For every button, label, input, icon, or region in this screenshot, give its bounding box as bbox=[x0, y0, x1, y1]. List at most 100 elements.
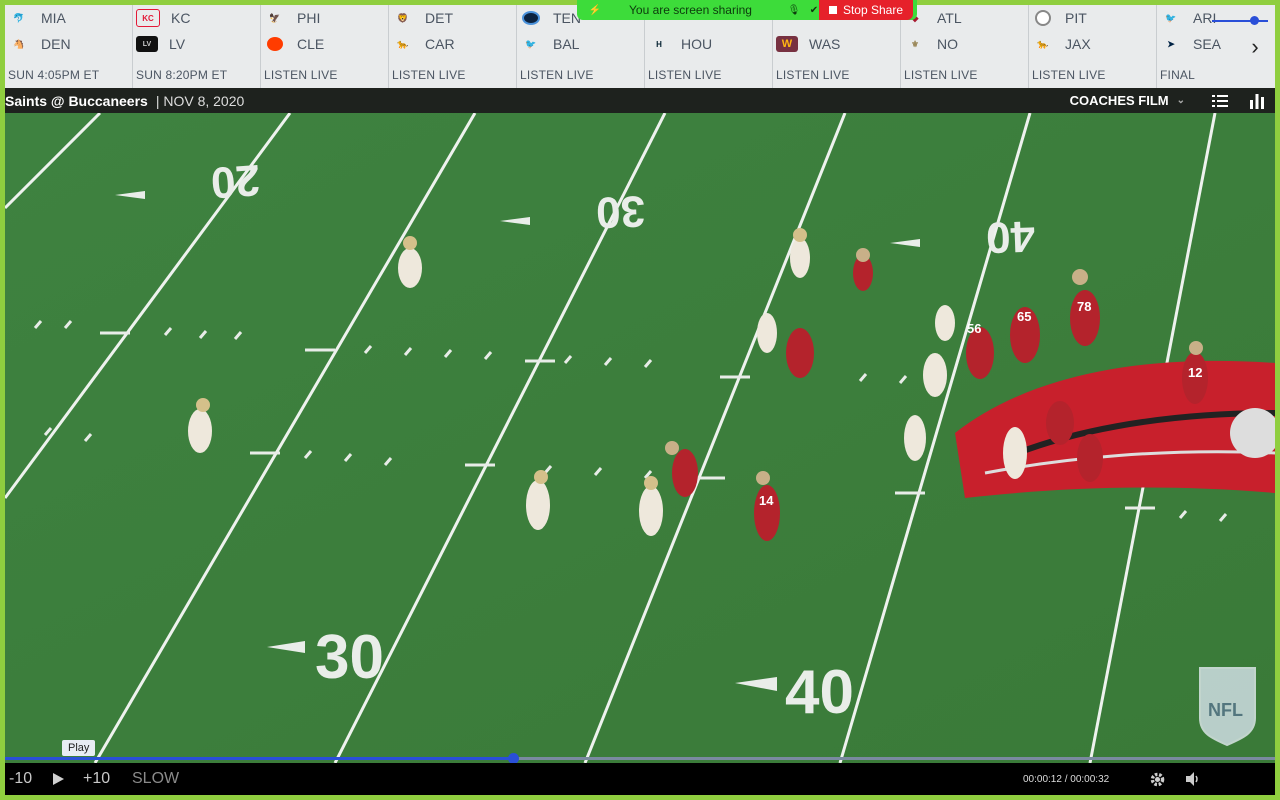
team-abbr: ATL bbox=[937, 10, 962, 26]
volume-button[interactable] bbox=[1185, 763, 1201, 795]
game-status: LISTEN LIVE bbox=[264, 68, 338, 82]
gear-icon bbox=[1150, 772, 1165, 786]
speaker-icon bbox=[1186, 772, 1198, 786]
team-abbr: MIA bbox=[41, 10, 66, 26]
game-card[interactable]: 🐬 MIA 🐴 DEN SUN 4:05PM ET bbox=[5, 5, 133, 88]
team-abbr: JAX bbox=[1065, 36, 1091, 52]
game-date: | NOV 8, 2020 bbox=[155, 92, 245, 109]
game-status: LISTEN LIVE bbox=[904, 68, 978, 82]
game-card[interactable]: ◆ATL ⚜ NO LISTEN LIVE bbox=[901, 5, 1029, 88]
game-card[interactable]: PIT 🐆 JAX LISTEN LIVE bbox=[1029, 5, 1157, 88]
team-row: CLE bbox=[264, 31, 388, 57]
stop-share-button[interactable]: Stop Share bbox=[818, 0, 913, 20]
yard-number: 30 bbox=[315, 623, 384, 692]
time-display: 00:00:12 / 00:00:32 bbox=[1023, 773, 1110, 785]
film-type-label: COACHES FILM bbox=[1069, 93, 1169, 108]
chevron-down-icon: ⌄ bbox=[1176, 95, 1185, 106]
team-row: ◆ATL bbox=[904, 5, 1028, 31]
team-abbr: KC bbox=[171, 10, 191, 26]
team-abbr: SEA bbox=[1193, 36, 1222, 52]
team-abbr: WAS bbox=[809, 36, 841, 52]
game-card[interactable]: 🦅 PHI CLE LISTEN LIVE bbox=[261, 5, 389, 88]
jersey-number: 12 bbox=[1188, 365, 1202, 380]
team-abbr: DEN bbox=[41, 36, 71, 52]
texans-logo-icon: H bbox=[656, 39, 662, 49]
video-player[interactable]: 20 30 40 30 40 12 14 78 65 56 NFL bbox=[5, 113, 1275, 763]
team-row: 🦅 PHI bbox=[264, 5, 388, 31]
team-row: 🐴 DEN bbox=[8, 31, 132, 57]
volume-handle[interactable] bbox=[1250, 16, 1259, 25]
game-status: LISTEN LIVE bbox=[520, 68, 594, 82]
lightning-icon: ⚡ bbox=[588, 4, 602, 16]
game-status: LISTEN LIVE bbox=[392, 68, 466, 82]
team-abbr: PHI bbox=[297, 10, 321, 26]
saints-logo-icon: ⚜ bbox=[910, 38, 920, 49]
play-icon bbox=[53, 773, 64, 785]
team-row: 🐆 JAX bbox=[1032, 31, 1156, 57]
football-field: 20 30 40 30 40 12 14 78 65 56 NFL bbox=[5, 113, 1275, 763]
team-abbr: BAL bbox=[553, 36, 580, 52]
slow-button[interactable]: SLOW bbox=[132, 763, 179, 795]
game-status: LISTEN LIVE bbox=[648, 68, 722, 82]
jersey-number: 56 bbox=[967, 321, 981, 336]
team-row: ⚜ NO bbox=[904, 31, 1028, 57]
team-abbr: LV bbox=[169, 36, 186, 52]
team-row: H HOU bbox=[648, 31, 772, 57]
share-status: You are screen sharing bbox=[629, 3, 752, 17]
forward-button[interactable]: +10 bbox=[83, 763, 110, 795]
settings-button[interactable] bbox=[1149, 763, 1166, 795]
jersey-number: 65 bbox=[1017, 309, 1031, 324]
steelers-logo-icon bbox=[1032, 10, 1054, 26]
progress-fill bbox=[5, 757, 513, 760]
play-tooltip: Play bbox=[62, 740, 96, 756]
team-row: 🦁 DET bbox=[392, 5, 516, 31]
mic-off-icon[interactable]: 🎙 bbox=[788, 4, 801, 16]
team-abbr: HOU bbox=[681, 36, 713, 52]
video-frame: 🐬 MIA 🐴 DEN SUN 4:05PM ET KC KC LV LV SUN 8:… bbox=[5, 5, 1275, 795]
stop-icon bbox=[828, 6, 837, 14]
dolphins-logo-icon: 🐬 bbox=[13, 12, 25, 23]
game-card[interactable]: KC KC LV LV SUN 8:20PM ET bbox=[133, 5, 261, 88]
ravens-logo-icon: 🐦 bbox=[525, 38, 537, 49]
team-row: 🐆 CAR bbox=[392, 31, 516, 57]
progress-bar[interactable] bbox=[5, 757, 1275, 760]
stop-share-label: Stop Share bbox=[842, 3, 903, 17]
rewind-label: -10 bbox=[9, 770, 33, 787]
team-row: 🐬 MIA bbox=[8, 5, 132, 31]
raiders-logo-icon: LV bbox=[136, 36, 158, 52]
volume-slider[interactable] bbox=[1212, 20, 1268, 22]
titans-logo-icon bbox=[520, 10, 542, 26]
yard-number: 20 bbox=[209, 155, 261, 207]
play-button[interactable] bbox=[51, 763, 65, 795]
team-row: 🐦 BAL bbox=[520, 31, 644, 57]
chiefs-logo-icon: KC bbox=[136, 9, 160, 27]
yard-number: 40 bbox=[985, 211, 1036, 262]
team-row: LV LV bbox=[136, 31, 260, 57]
film-type-select[interactable]: COACHES FILM ⌄ bbox=[1070, 88, 1185, 113]
jersey-number: 78 bbox=[1077, 299, 1091, 314]
team-abbr: CLE bbox=[297, 36, 325, 52]
player-controls: -10 +10 SLOW 00:00:12 / 00:00:32 bbox=[5, 763, 1275, 795]
game-status: LISTEN LIVE bbox=[776, 68, 850, 82]
game-status: SUN 8:20PM ET bbox=[136, 68, 228, 82]
yard-number: 40 bbox=[785, 658, 854, 727]
broncos-logo-icon: 🐴 bbox=[13, 38, 25, 49]
rewind-button[interactable]: -10 bbox=[9, 763, 32, 795]
team-abbr: PIT bbox=[1065, 10, 1087, 26]
stats-icon[interactable] bbox=[1247, 91, 1267, 111]
lions-logo-icon: 🦁 bbox=[397, 12, 409, 23]
washington-logo-icon: W bbox=[776, 36, 798, 52]
game-status: LISTEN LIVE bbox=[1032, 68, 1106, 82]
slow-label: SLOW bbox=[132, 770, 180, 787]
team-row: KC KC bbox=[136, 5, 260, 31]
game-status: FINAL bbox=[1160, 68, 1196, 82]
game-card[interactable]: 🦁 DET 🐆 CAR LISTEN LIVE bbox=[389, 5, 517, 88]
eagles-logo-icon: 🦅 bbox=[269, 12, 281, 23]
matchup-title: Saints @ Buccaneers bbox=[5, 92, 148, 109]
team-abbr: NO bbox=[937, 36, 958, 52]
browns-logo-icon bbox=[264, 36, 286, 52]
nfl-watermark: NFL bbox=[1199, 667, 1256, 747]
game-status: SUN 4:05PM ET bbox=[8, 68, 100, 82]
list-icon[interactable] bbox=[1210, 91, 1230, 111]
team-row: W WAS bbox=[776, 31, 900, 57]
